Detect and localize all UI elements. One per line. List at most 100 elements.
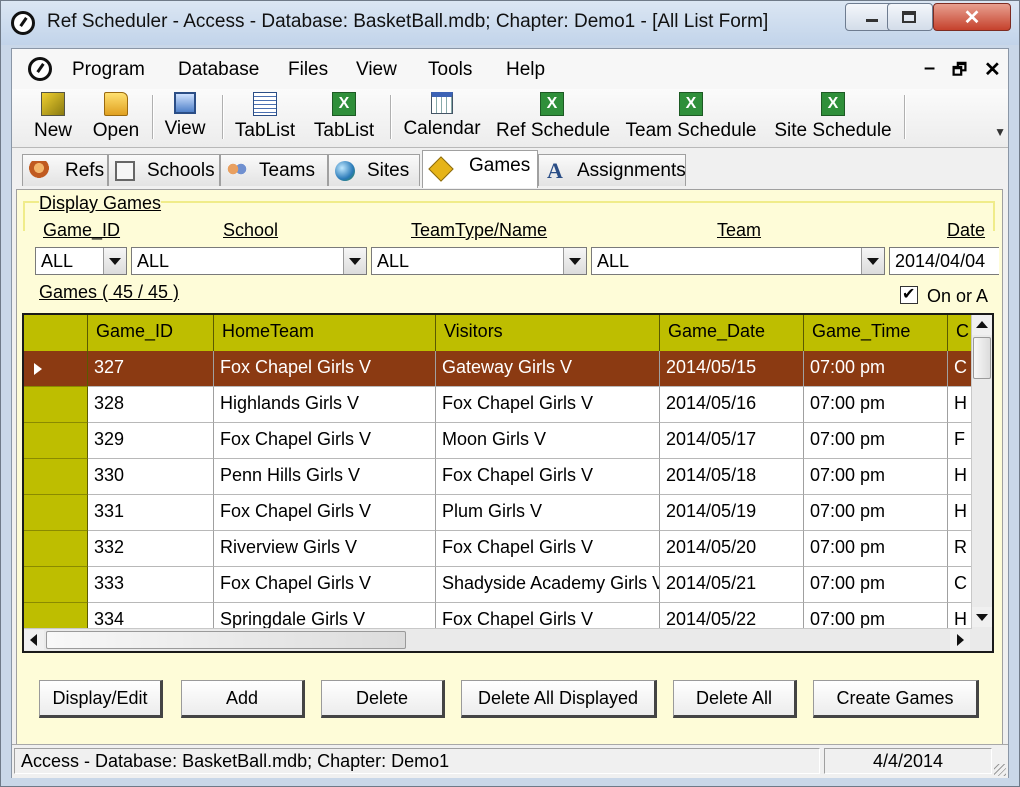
table-row[interactable]: 327 Fox Chapel Girls V Gateway Girls V 2014… [24, 351, 972, 387]
table-row[interactable]: 329 Fox Chapel Girls V Moon Girls V 2014/05… [24, 423, 972, 459]
cell-hometeam[interactable]: Riverview Girls V [214, 531, 436, 567]
menu-view[interactable]: View [356, 59, 397, 81]
cell-game-id[interactable]: 332 [88, 531, 214, 567]
title-bar[interactable]: Ref Scheduler - Access - Database: Baske… [1, 1, 1019, 45]
scroll-down-button[interactable] [972, 607, 992, 627]
tablist-excel-button[interactable]: TabList [310, 92, 378, 142]
site-schedule-button[interactable]: Site Schedule [774, 92, 892, 142]
cell-hometeam[interactable]: Penn Hills Girls V [214, 459, 436, 495]
tab-games[interactable]: Games [422, 150, 538, 188]
ref-schedule-button[interactable]: Ref Schedule [496, 92, 610, 142]
cell-c[interactable]: H [948, 459, 972, 495]
cell-hometeam[interactable]: Fox Chapel Girls V [214, 351, 436, 387]
cell-hometeam[interactable]: Fox Chapel Girls V [214, 495, 436, 531]
cell-game-time[interactable]: 07:00 pm [804, 459, 948, 495]
cell-c[interactable]: C [948, 567, 972, 603]
tab-assignments[interactable]: A Assignments [538, 154, 686, 186]
cell-visitors[interactable]: Fox Chapel Girls V [436, 387, 660, 423]
game-id-select[interactable]: ALL [35, 247, 127, 275]
cell-game-id[interactable]: 333 [88, 567, 214, 603]
header-game-time[interactable]: Game_Time [804, 315, 948, 351]
row-selector[interactable] [24, 459, 88, 495]
on-or-after-checkbox[interactable] [900, 284, 918, 304]
cell-game-time[interactable]: 07:00 pm [804, 423, 948, 459]
mdi-minimize-button[interactable]: – [924, 57, 935, 80]
date-input[interactable]: 2014/04/04 [889, 247, 999, 275]
delete-all-displayed-button[interactable]: Delete All Displayed [461, 680, 657, 718]
header-c[interactable]: C [948, 315, 972, 351]
school-select[interactable]: ALL [131, 247, 367, 275]
delete-all-button[interactable]: Delete All [673, 680, 797, 718]
scroll-right-button[interactable] [950, 630, 970, 650]
cell-game-time[interactable]: 07:00 pm [804, 567, 948, 603]
cell-game-id[interactable]: 331 [88, 495, 214, 531]
cell-visitors[interactable]: Plum Girls V [436, 495, 660, 531]
cell-game-time[interactable]: 07:00 pm [804, 387, 948, 423]
table-row[interactable]: 328 Highlands Girls V Fox Chapel Girls V 20… [24, 387, 972, 423]
vertical-scrollbar[interactable] [971, 315, 992, 629]
row-selector[interactable] [24, 567, 88, 603]
cell-game-date[interactable]: 2014/05/18 [660, 459, 804, 495]
cell-c[interactable]: H [948, 495, 972, 531]
menu-program[interactable]: Program [72, 59, 145, 81]
chevron-down-icon[interactable] [861, 248, 884, 274]
close-button[interactable]: ✕ [933, 3, 1011, 31]
menu-database[interactable]: Database [178, 59, 259, 81]
mdi-app-icon[interactable] [28, 57, 52, 81]
cell-game-date[interactable]: 2014/05/21 [660, 567, 804, 603]
cell-visitors[interactable]: Gateway Girls V [436, 351, 660, 387]
team-type-select[interactable]: ALL [371, 247, 587, 275]
maximize-button[interactable] [887, 3, 933, 31]
toolbar-overflow-icon[interactable]: ▼ [994, 125, 1006, 139]
cell-game-time[interactable]: 07:00 pm [804, 351, 948, 387]
tablist-button[interactable]: TabList [232, 92, 298, 142]
team-select[interactable]: ALL [591, 247, 885, 275]
cell-c[interactable]: F [948, 423, 972, 459]
menu-help[interactable]: Help [506, 59, 545, 81]
horizontal-scroll-thumb[interactable] [46, 631, 406, 649]
cell-game-time[interactable]: 07:00 pm [804, 531, 948, 567]
cell-c[interactable]: H [948, 387, 972, 423]
vertical-scroll-thumb[interactable] [973, 337, 991, 379]
header-game-id[interactable]: Game_ID [88, 315, 214, 351]
cell-visitors[interactable]: Moon Girls V [436, 423, 660, 459]
table-row[interactable]: 333 Fox Chapel Girls V Shadyside Academy G… [24, 567, 972, 603]
scroll-up-button[interactable] [972, 315, 992, 335]
cell-visitors[interactable]: Shadyside Academy Girls V [436, 567, 660, 603]
calendar-button[interactable]: Calendar [402, 92, 482, 142]
chevron-down-icon[interactable] [343, 248, 366, 274]
cell-game-date[interactable]: 2014/05/19 [660, 495, 804, 531]
header-hometeam[interactable]: HomeTeam [214, 315, 436, 351]
table-row[interactable]: 332 Riverview Girls V Fox Chapel Girls V 20… [24, 531, 972, 567]
resize-grip-icon[interactable] [994, 764, 1006, 776]
row-selector[interactable] [24, 531, 88, 567]
cell-c[interactable]: R [948, 531, 972, 567]
mdi-close-button[interactable]: ✕ [984, 57, 1001, 82]
cell-c[interactable]: C [948, 351, 972, 387]
cell-game-id[interactable]: 328 [88, 387, 214, 423]
chevron-down-icon[interactable] [563, 248, 586, 274]
add-button[interactable]: Add [181, 680, 305, 718]
cell-hometeam[interactable]: Highlands Girls V [214, 387, 436, 423]
team-schedule-button[interactable]: Team Schedule [624, 92, 758, 142]
cell-game-date[interactable]: 2014/05/16 [660, 387, 804, 423]
cell-game-id[interactable]: 330 [88, 459, 214, 495]
cell-game-date[interactable]: 2014/05/15 [660, 351, 804, 387]
mdi-restore-button[interactable]: 🗗 [952, 59, 967, 86]
delete-button[interactable]: Delete [321, 680, 445, 718]
header-game-date[interactable]: Game_Date [660, 315, 804, 351]
table-row[interactable]: 331 Fox Chapel Girls V Plum Girls V 2014/05… [24, 495, 972, 531]
row-selector[interactable] [24, 423, 88, 459]
cell-game-date[interactable]: 2014/05/20 [660, 531, 804, 567]
create-games-button[interactable]: Create Games [813, 680, 979, 718]
cell-game-date[interactable]: 2014/05/17 [660, 423, 804, 459]
display-edit-button[interactable]: Display/Edit [39, 680, 163, 718]
tab-sites[interactable]: Sites [328, 154, 420, 186]
header-visitors[interactable]: Visitors [436, 315, 660, 351]
chevron-down-icon[interactable] [103, 248, 126, 274]
tab-refs[interactable]: Refs [22, 154, 108, 186]
row-selector[interactable] [24, 387, 88, 423]
open-button[interactable]: Open [90, 92, 142, 142]
scroll-left-button[interactable] [24, 630, 44, 650]
horizontal-scrollbar[interactable] [24, 628, 972, 651]
